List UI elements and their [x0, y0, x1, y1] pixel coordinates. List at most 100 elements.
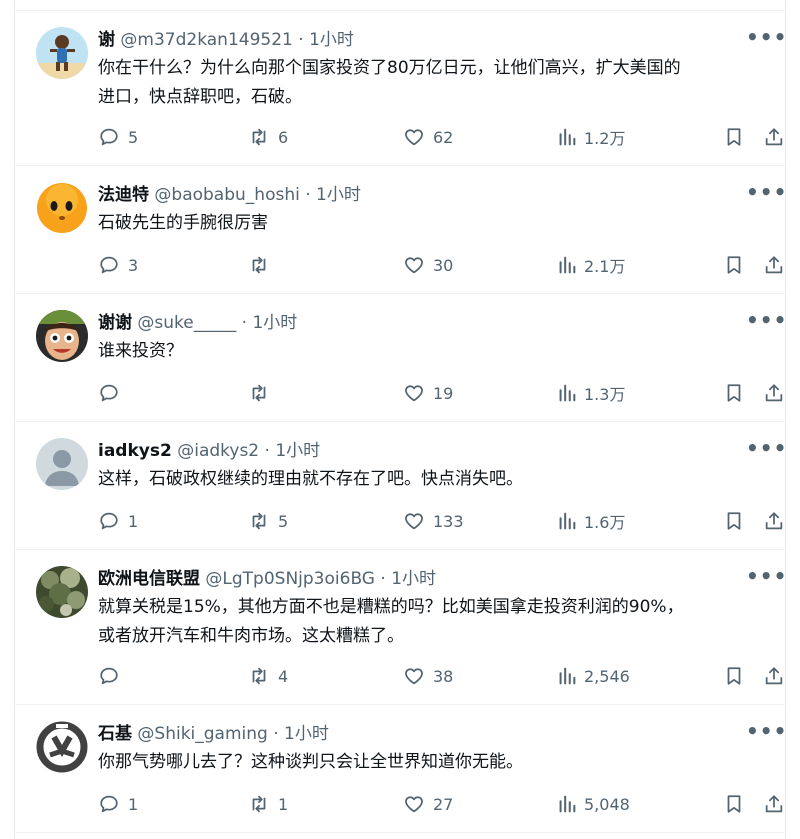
avatar[interactable]: [36, 721, 88, 773]
bookmark-button[interactable]: [723, 791, 745, 817]
views-button[interactable]: 1.6万: [556, 508, 625, 534]
more-options-icon[interactable]: •••: [746, 721, 786, 743]
retweet-button[interactable]: 5: [248, 508, 288, 534]
timestamp[interactable]: 1小时: [252, 313, 297, 333]
reply-button[interactable]: [98, 380, 128, 406]
more-options-icon[interactable]: •••: [746, 27, 786, 49]
share-icon: [765, 667, 783, 685]
retweet-button[interactable]: [248, 380, 278, 406]
views-button[interactable]: 5,048: [556, 791, 630, 817]
share-icon: [765, 128, 783, 146]
tweet[interactable]: 欧洲电信联盟 @LgTp0SNjp3oi6BG · 1小时 ••• 就算关税是1…: [14, 550, 786, 705]
tweet-actions: 3 30 2.1万: [98, 252, 783, 278]
reply-count: 1: [128, 511, 139, 531]
retweet-button[interactable]: [248, 252, 278, 278]
timestamp[interactable]: 1小时: [309, 30, 354, 50]
share-button[interactable]: [763, 380, 785, 406]
tweet[interactable]: 石基 @Shiki_gaming · 1小时 ••• 你那气势哪儿去了？这种谈判…: [14, 705, 786, 833]
avatar[interactable]: [36, 310, 88, 362]
more-options-icon[interactable]: •••: [746, 310, 786, 332]
retweet-button[interactable]: 1: [248, 791, 288, 817]
timestamp[interactable]: 1小时: [316, 185, 361, 205]
bookmark-button[interactable]: [723, 663, 745, 689]
reply-button[interactable]: 5: [98, 124, 138, 150]
like-button[interactable]: 38: [403, 663, 453, 689]
separator: ·: [267, 724, 285, 744]
more-options-icon[interactable]: •••: [746, 566, 786, 588]
share-button[interactable]: [763, 791, 785, 817]
user-handle[interactable]: @iadkys2: [177, 441, 259, 461]
like-button[interactable]: 133: [403, 508, 464, 534]
retweet-button[interactable]: 6: [248, 124, 288, 150]
tweet[interactable]: 谢谢 @suke_____ · 1小时 ••• 谁来投资？ 19 1.3万: [14, 294, 786, 422]
tree-photo-avatar: [36, 566, 88, 618]
share-button[interactable]: [763, 124, 785, 150]
more-options-icon[interactable]: •••: [746, 182, 786, 204]
more-options-icon[interactable]: •••: [746, 438, 786, 460]
reply-button[interactable]: 1: [98, 508, 138, 534]
reply-button[interactable]: 1: [98, 791, 138, 817]
heart-icon: [405, 385, 423, 402]
share-button[interactable]: [763, 252, 785, 278]
view-count: 1.6万: [584, 513, 626, 532]
display-name[interactable]: 欧洲电信联盟: [98, 569, 200, 589]
tweet-text: 谁来投资？: [98, 337, 778, 366]
avatar[interactable]: [36, 566, 88, 618]
share-icon: [765, 795, 783, 813]
share-button[interactable]: [763, 508, 785, 534]
retweet-button[interactable]: 4: [248, 663, 288, 689]
timestamp[interactable]: 1小时: [391, 569, 436, 589]
display-name[interactable]: 法迪特: [98, 185, 149, 205]
view-count: 2.1万: [584, 257, 626, 276]
user-handle[interactable]: @LgTp0SNjp3oi6BG: [205, 569, 375, 589]
tweet[interactable]: 谢 @m37d2kan149521 · 1小时 ••• 你在干什么？为什么向那个…: [14, 11, 786, 166]
tweet-actions: 5 6 62 1.2万: [98, 124, 783, 150]
tweet-header: 谢谢 @suke_____ · 1小时: [98, 311, 297, 335]
tweet[interactable]: 法迪特 @baobabu_hoshi · 1小时 ••• 石破先生的手腕很厉害 …: [14, 166, 786, 294]
tweet-text-line: 或者放开汽车和牛肉市场。这太糟糕了。: [98, 626, 404, 646]
heart-icon: [405, 257, 423, 274]
views-button[interactable]: 2,546: [556, 663, 630, 689]
avatar[interactable]: [36, 438, 88, 490]
user-handle[interactable]: @Shiki_gaming: [137, 724, 267, 744]
like-button[interactable]: 30: [403, 252, 453, 278]
views-button[interactable]: 1.3万: [556, 380, 625, 406]
analytics-icon: [559, 128, 576, 146]
display-name[interactable]: 谢谢: [98, 313, 132, 333]
like-button[interactable]: 19: [403, 380, 453, 406]
display-name[interactable]: iadkys2: [98, 441, 172, 461]
avatar[interactable]: [36, 182, 88, 234]
tweet-text-line: 进口，快点辞职吧，石破。: [98, 87, 302, 107]
timestamp[interactable]: 1小时: [284, 724, 329, 744]
bookmark-button[interactable]: [723, 380, 745, 406]
bookmark-button[interactable]: [723, 124, 745, 150]
heart-icon: [405, 129, 423, 146]
user-handle[interactable]: @suke_____: [137, 313, 236, 333]
reply-icon: [100, 795, 118, 813]
views-button[interactable]: 1.2万: [556, 124, 625, 150]
reply-button[interactable]: 3: [98, 252, 138, 278]
user-handle[interactable]: @m37d2kan149521: [120, 30, 292, 50]
retweet-icon: [252, 384, 266, 402]
avatar[interactable]: [36, 27, 88, 79]
share-button[interactable]: [763, 663, 785, 689]
like-button[interactable]: 62: [403, 124, 453, 150]
bookmark-button[interactable]: [723, 252, 745, 278]
tweet-text: 这样，石破政权继续的理由就不存在了吧。快点消失吧。: [98, 465, 778, 494]
tweet-text: 你在干什么？为什么向那个国家投资了80万亿日元，让他们高兴，扩大美国的 进口，快…: [98, 54, 778, 112]
tweet[interactable]: iadkys2 @iadkys2 · 1小时 ••• 这样，石破政权继续的理由就…: [14, 422, 786, 550]
tweet-text: 就算关税是15%，其他方面不也是糟糕的吗？比如美国拿走投资利润的90%， 或者放…: [98, 593, 778, 651]
heart-icon: [405, 668, 423, 685]
tweet-text-line: 谁来投资？: [98, 341, 183, 361]
bookmark-button[interactable]: [723, 508, 745, 534]
reply-button[interactable]: [98, 663, 128, 689]
display-name[interactable]: 石基: [98, 724, 132, 744]
view-count: 1.3万: [584, 385, 626, 404]
like-button[interactable]: 27: [403, 791, 453, 817]
views-button[interactable]: 2.1万: [556, 252, 625, 278]
display-name[interactable]: 谢: [98, 30, 115, 50]
timestamp[interactable]: 1小时: [275, 441, 320, 461]
heart-icon: [405, 796, 423, 813]
user-handle[interactable]: @baobabu_hoshi: [154, 185, 299, 205]
retweet-count: 6: [278, 127, 289, 147]
